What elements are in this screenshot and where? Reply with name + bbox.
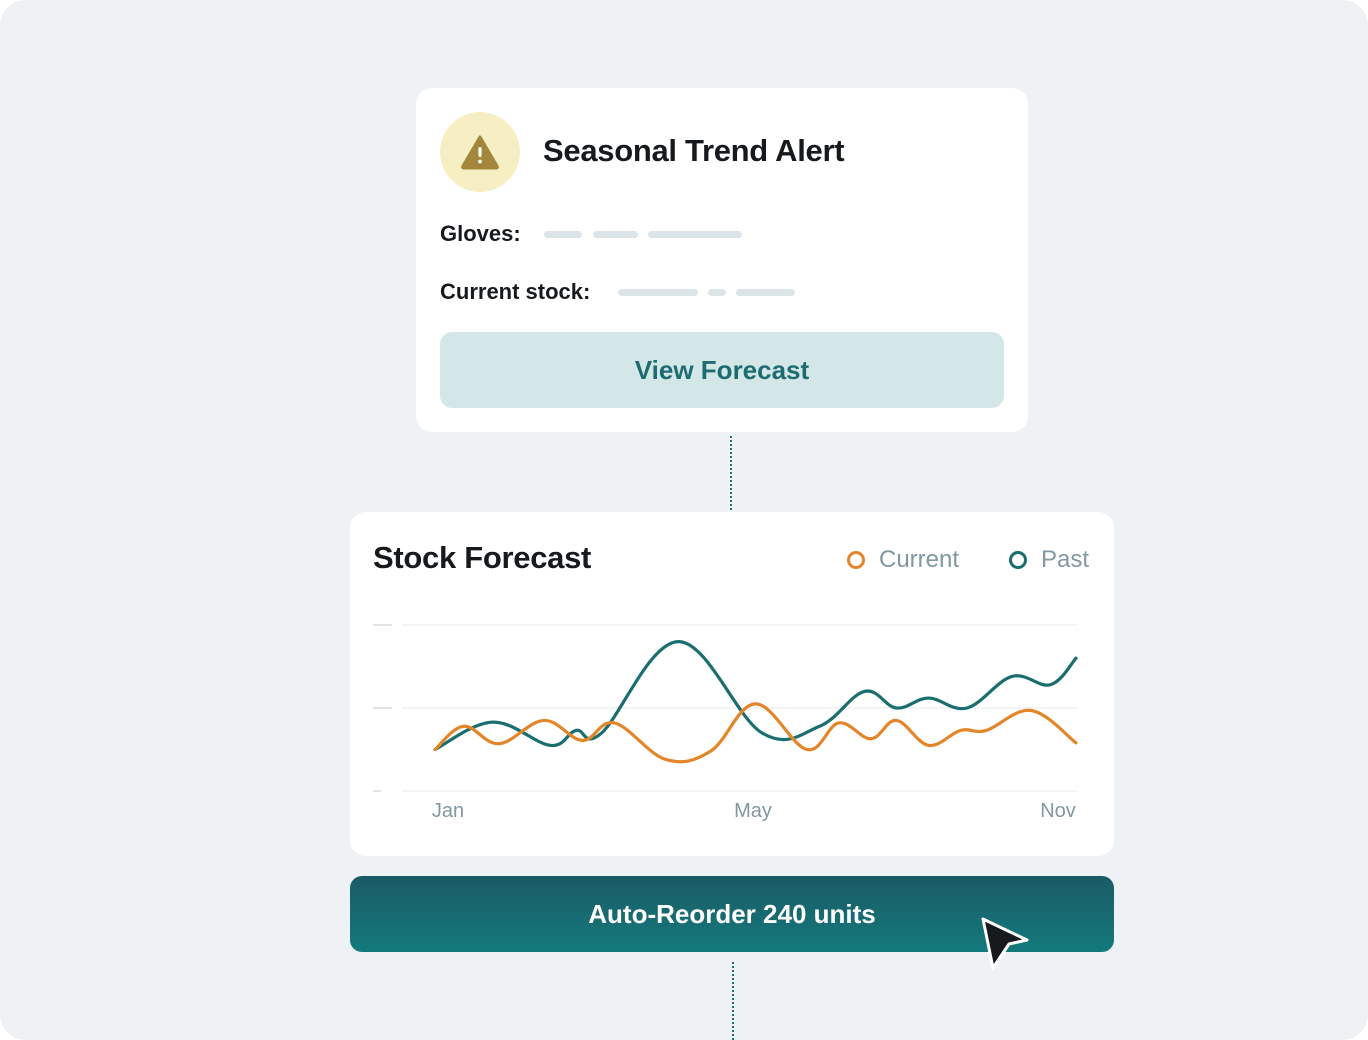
connector-line-bottom [732, 962, 734, 1040]
series-line-current [433, 702, 1078, 764]
connector-line-top [730, 436, 732, 510]
x-tick-label: Jan [432, 800, 464, 822]
alert-title: Seasonal Trend Alert [543, 133, 845, 168]
workflow-canvas: Seasonal Trend Alert Gloves: Current sto… [0, 0, 1368, 1040]
warning-triangle-icon [440, 112, 520, 192]
stock-forecast-chart: Jan May Nov [373, 624, 1078, 822]
seasonal-alert-card: Seasonal Trend Alert Gloves: Current sto… [416, 88, 1028, 432]
series-line-past [433, 640, 1078, 752]
view-forecast-button[interactable]: View Forecast [440, 332, 1004, 408]
current-stock-label: Current stock: [440, 279, 591, 304]
x-tick-label: May [734, 800, 772, 822]
stock-forecast-card: Stock Forecast Current Past Jan May Nov [350, 512, 1114, 856]
x-tick-label: Nov [1040, 800, 1076, 822]
gloves-label: Gloves: [440, 221, 521, 246]
mouse-pointer-icon [981, 917, 1029, 970]
